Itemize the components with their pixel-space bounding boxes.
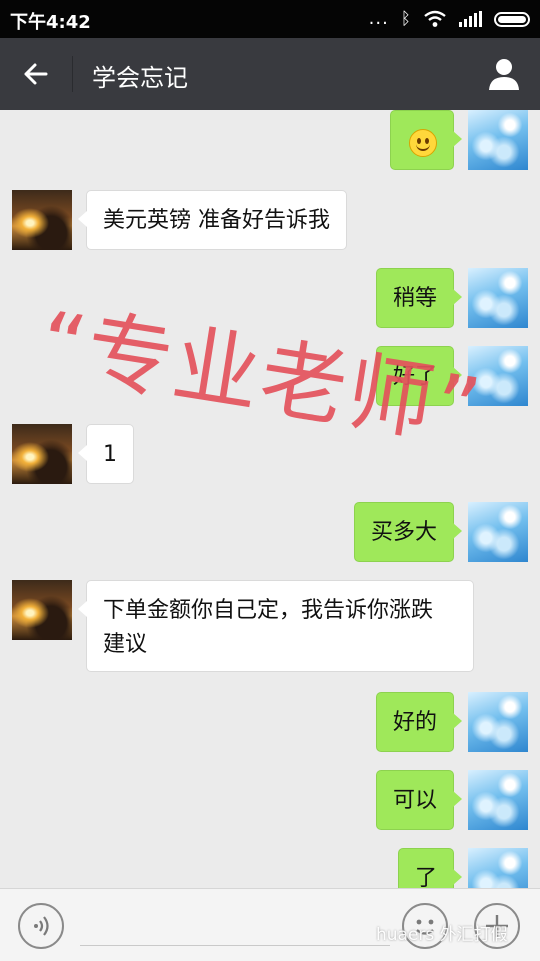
message-line: 下单金额你自己定，我告诉你涨跌: [103, 598, 434, 623]
voice-wave-icon: [34, 916, 49, 936]
message-bubble[interactable]: 买多大: [353, 502, 463, 562]
message-line: 建议: [103, 632, 148, 657]
message-bubble[interactable]: 好的: [375, 692, 463, 752]
my-avatar[interactable]: [468, 692, 528, 752]
message-bubble[interactable]: 稍等: [375, 268, 463, 328]
my-avatar[interactable]: [468, 268, 528, 328]
back-arrow-icon[interactable]: [16, 54, 56, 94]
message-input[interactable]: [80, 945, 390, 946]
battery-icon: [494, 11, 530, 27]
contact-avatar[interactable]: [12, 580, 72, 640]
my-avatar[interactable]: [468, 110, 528, 170]
contact-profile-icon[interactable]: [484, 54, 524, 94]
source-watermark: huaers 外汇打假: [376, 925, 508, 945]
my-avatar[interactable]: [468, 770, 528, 830]
emoji-bubble[interactable]: [390, 110, 462, 170]
status-icons: ... ᛒ: [369, 9, 530, 29]
title-bar: 学会忘记: [0, 38, 540, 110]
chat-title: 学会忘记: [92, 64, 188, 92]
status-bar: 下午4:42 ... ᛒ: [0, 0, 540, 38]
my-avatar[interactable]: [468, 848, 528, 888]
voice-input-button[interactable]: [18, 903, 64, 949]
title-divider: [72, 56, 73, 92]
notification-dots-icon: ...: [368, 8, 389, 29]
signal-icon: [459, 11, 482, 27]
message-bubble[interactable]: 了: [397, 848, 463, 888]
message-bubble[interactable]: 美元英镑 准备好告诉我: [78, 190, 347, 250]
contact-avatar[interactable]: [12, 190, 72, 250]
status-time: 下午4:42: [10, 12, 91, 33]
message-bubble[interactable]: 可以: [375, 770, 463, 830]
message-bubble[interactable]: 下单金额你自己定，我告诉你涨跌 建议: [78, 580, 474, 672]
bluetooth-icon: ᛒ: [400, 9, 411, 29]
smile-emoji-icon: [409, 129, 437, 157]
wifi-icon: [424, 10, 446, 27]
